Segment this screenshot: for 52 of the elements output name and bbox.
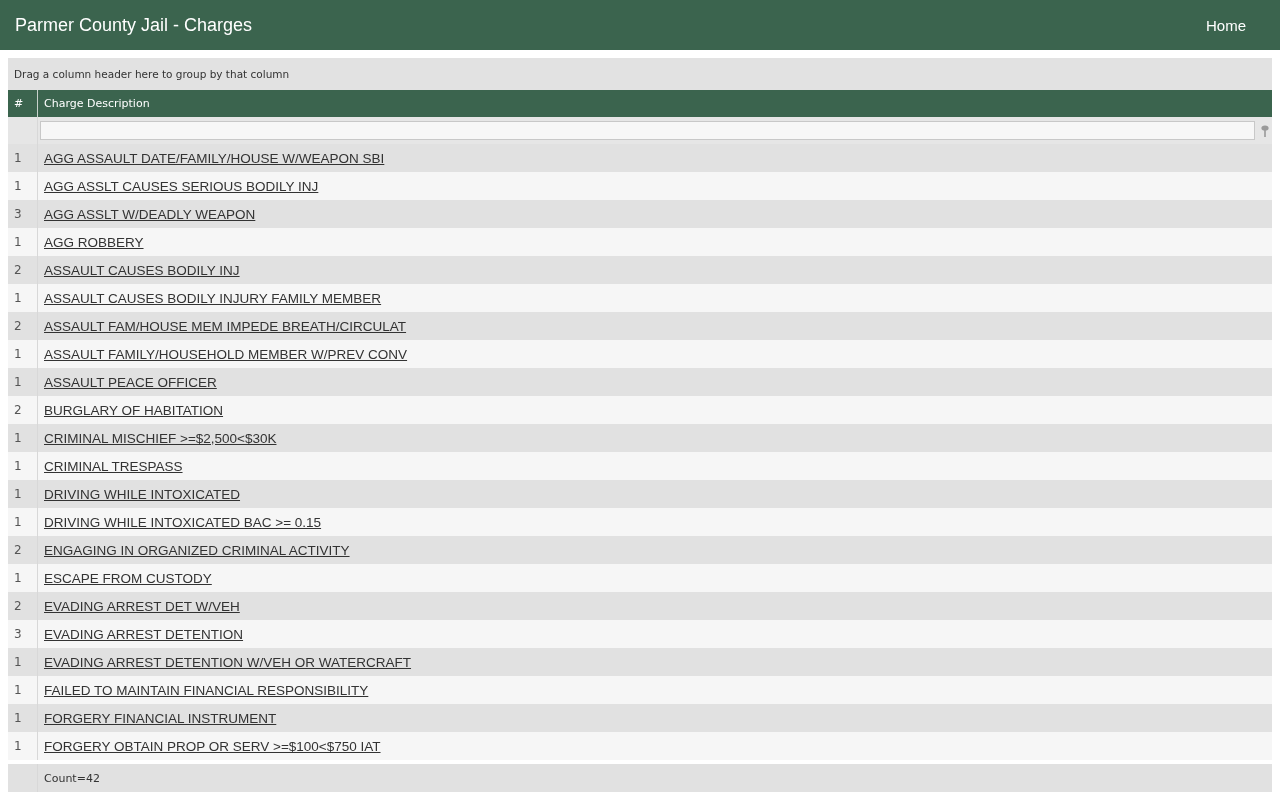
charge-count: 3 [14, 207, 22, 221]
charge-count: 1 [14, 487, 22, 501]
charge-count: 2 [14, 599, 22, 613]
charge-link[interactable]: ASSAULT FAMILY/HOUSEHOLD MEMBER W/PREV CONV [44, 346, 408, 362]
charge-link[interactable]: BURGLARY OF HABITATION [44, 402, 224, 418]
charge-count: 1 [14, 683, 22, 697]
charge-count: 1 [14, 151, 22, 165]
charge-link[interactable]: AGG ASSLT CAUSES SERIOUS BODILY INJ [44, 178, 319, 194]
charge-count: 2 [14, 319, 22, 333]
charge-link[interactable]: CRIMINAL TRESPASS [44, 458, 183, 474]
filter-input[interactable] [40, 121, 1255, 140]
charge-link[interactable]: CRIMINAL MISCHIEF >=$2,500<$30K [44, 430, 277, 446]
charge-count: 3 [14, 627, 22, 641]
charge-link[interactable]: ASSAULT FAM/HOUSE MEM IMPEDE BREATH/CIRCULAT [44, 318, 407, 334]
charge-count: 1 [14, 431, 22, 445]
count-summary: Count=42 [44, 771, 100, 785]
charge-count: 2 [14, 263, 22, 277]
charge-count: 2 [14, 543, 22, 557]
charge-link[interactable]: ASSAULT CAUSES BODILY INJURY FAMILY MEMBER [44, 290, 382, 306]
charge-link[interactable]: FORGERY OBTAIN PROP OR SERV >=$100<$750 IAT [44, 738, 381, 754]
charge-count: 1 [14, 179, 22, 193]
group-panel-hint: Drag a column header here to group by that column [14, 68, 290, 80]
charge-count: 1 [14, 235, 22, 249]
charge-link[interactable]: DRIVING WHILE INTOXICATED BAC >= 0.15 [44, 514, 322, 530]
charge-link[interactable]: AGG ROBBERY [44, 234, 144, 250]
page-title: Parmer County Jail - Charges [15, 14, 253, 36]
charge-count: 1 [14, 347, 22, 361]
charge-link[interactable]: ASSAULT PEACE OFFICER [44, 374, 217, 390]
charge-link[interactable]: EVADING ARREST DETENTION W/VEH OR WATERCRAFT [44, 654, 412, 670]
charge-count: 1 [14, 375, 22, 389]
charge-count: 1 [14, 711, 22, 725]
charge-link[interactable]: FORGERY FINANCIAL INSTRUMENT [44, 710, 277, 726]
charge-link[interactable]: AGG ASSLT W/DEADLY WEAPON [44, 206, 256, 222]
charge-link[interactable]: EVADING ARREST DETENTION [44, 626, 244, 642]
charge-link[interactable]: ENGAGING IN ORGANIZED CRIMINAL ACTIVITY [44, 542, 350, 558]
charge-count: 1 [14, 571, 22, 585]
charge-link[interactable]: ESCAPE FROM CUSTODY [44, 570, 212, 586]
charge-link[interactable]: DRIVING WHILE INTOXICATED [44, 486, 241, 502]
charge-count: 1 [14, 655, 22, 669]
charge-count: 1 [14, 739, 22, 753]
charge-link[interactable]: FAILED TO MAINTAIN FINANCIAL RESPONSIBILITY [44, 682, 369, 698]
column-header[interactable]: # [14, 97, 24, 110]
charge-link[interactable]: EVADING ARREST DET W/VEH [44, 598, 240, 614]
column-header[interactable]: Charge Description [44, 97, 150, 110]
home-link[interactable]: Home [1206, 16, 1246, 34]
charge-count: 1 [14, 459, 22, 473]
charge-count: 2 [14, 403, 22, 417]
charge-count: 1 [14, 291, 22, 305]
charge-count: 1 [14, 515, 22, 529]
charge-link[interactable]: AGG ASSAULT DATE/FAMILY/HOUSE W/WEAPON SBI [44, 150, 385, 166]
filter-pin-icon[interactable] [1261, 124, 1269, 137]
charge-link[interactable]: ASSAULT CAUSES BODILY INJ [44, 262, 240, 278]
